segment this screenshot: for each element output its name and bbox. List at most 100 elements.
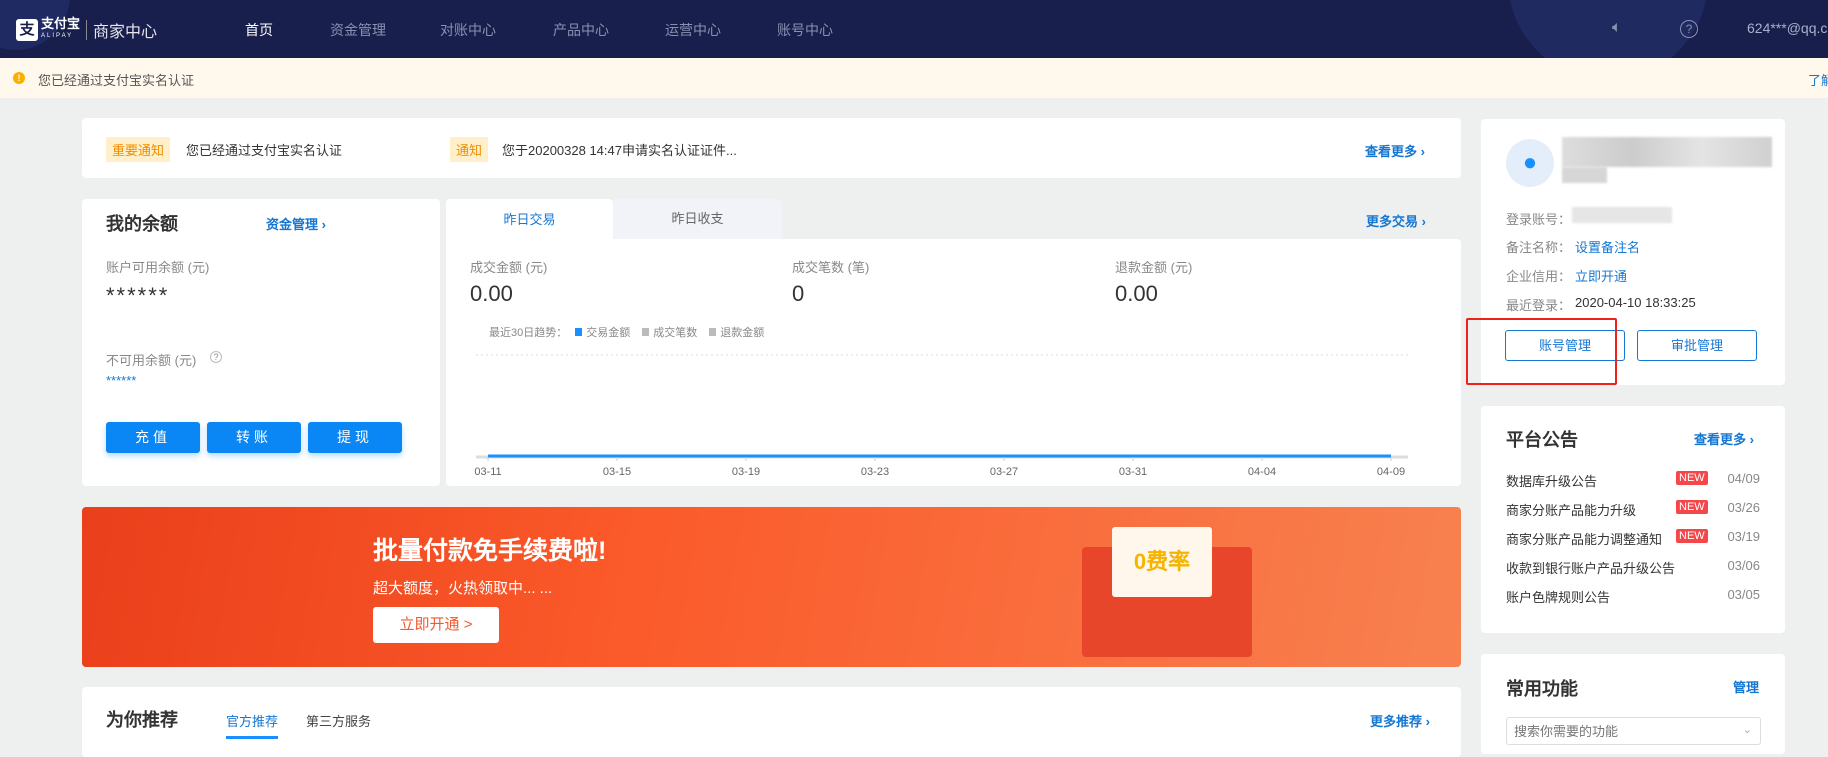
highlight-box [1466,318,1617,385]
announcement-title: 账户色牌规则公告 [1506,590,1611,605]
legend-title: 最近30日趋势： [489,327,568,339]
unavailable-value: ****** [106,373,137,388]
legend-item[interactable]: 交易金额 [586,324,630,340]
new-badge: NEW [1676,500,1708,514]
nav-account[interactable]: 账号中心 [777,20,833,40]
announcement-item[interactable]: 商家分账产品能力升级 NEW 03/26 [1506,500,1760,519]
tab-yesterday-trade[interactable]: 昨日交易 [446,199,613,241]
legend-swatch [575,328,583,336]
x-tick-label: 03-11 [474,466,502,478]
announcement-date: 03/05 [1727,587,1760,602]
notices-more-link[interactable]: 查看更多 › [1365,141,1425,160]
speaker-icon[interactable]: 🔈︎ [1612,19,1622,37]
announcement-item[interactable]: 商家分账产品能力调整通知 NEW 03/19 [1506,529,1760,548]
stat-label: 成交笔数 (笔) [792,260,870,275]
notice-bar-text: 您已经通过支付宝实名认证 [38,73,195,88]
trend-chart [476,354,1408,461]
last-login-label: 最近登录： [1506,298,1572,313]
announcement-date: 03/06 [1727,558,1760,573]
banner-open-button[interactable]: 立即开通 > [373,607,499,643]
warning-icon: ! [13,72,25,84]
login-label: 登录账号： [1506,212,1572,227]
help-icon[interactable]: ? [1680,20,1698,38]
legend-item[interactable]: 退款金额 [720,324,764,340]
alipay-logo-icon: 支 [16,19,38,41]
nav-operations[interactable]: 运营中心 [665,20,721,40]
logo-text: 支付宝 [41,16,81,31]
logo-en: ALIPAY [41,33,74,39]
available-label: 账户可用余额 (元) [106,260,210,275]
help-icon[interactable]: ? [210,351,222,363]
function-search-select[interactable]: ⌄ [1506,717,1761,745]
recharge-button[interactable]: 充值 [106,422,200,453]
transfer-button[interactable]: 转账 [207,422,301,453]
notice-2[interactable]: 您于20200328 14:47申请实名认证证件... [502,140,737,159]
legend-swatch [709,328,717,336]
blurred-name [1562,167,1607,183]
notice-tag: 通知 [450,137,489,162]
funds-manage-link[interactable]: 资金管理 › [266,214,326,233]
common-functions-title: 常用功能 [1506,679,1578,699]
announcement-item[interactable]: 账户色牌规则公告 03/05 [1506,587,1760,606]
x-tick-label: 04-09 [1376,466,1406,478]
x-tick-label: 03-15 [602,466,632,478]
announcements-title: 平台公告 [1506,430,1578,450]
announcement-date: 03/26 [1727,500,1760,515]
tab-third-party[interactable]: 第三方服务 [306,711,371,730]
announcement-title: 商家分账产品能力升级 [1506,503,1637,518]
app-title: 商家中心 [93,24,158,41]
blurred-name [1562,137,1772,167]
more-recommend-link[interactable]: 更多推荐 › [1370,711,1430,730]
learn-more-link[interactable]: 了解 [1808,70,1828,89]
x-tick-label: 03-19 [731,466,761,478]
common-manage-link[interactable]: 管理 [1733,677,1759,696]
withdraw-button[interactable]: 提现 [308,422,402,453]
verification-notice-bar [0,58,1828,99]
stat-label: 退款金额 (元) [1115,260,1193,275]
tab-yesterday-income[interactable]: 昨日收支 [613,199,782,239]
alipay-logo[interactable]: 支 支付宝 ALIPAY 商家中心 [16,16,158,42]
stat-value: 0 [792,281,805,306]
promo-banner[interactable]: 0费率 [82,507,1461,667]
banner-subtitle: 超大额度，火热领取中... ... [373,580,553,597]
x-tick-label: 03-27 [989,466,1019,478]
announcement-date: 04/09 [1727,471,1760,486]
top-nav [0,0,1828,58]
function-search-input[interactable] [1514,724,1734,739]
blurred-account [1572,207,1672,223]
nav-reconcile[interactable]: 对账中心 [440,20,496,40]
x-tick-label: 03-23 [860,466,890,478]
announcement-title: 商家分账产品能力调整通知 [1506,532,1663,547]
tab-official[interactable]: 官方推荐 [226,711,279,739]
announcement-item[interactable]: 数据库升级公告 NEW 04/09 [1506,471,1760,490]
hide-eye-icon[interactable]: ⌣ [160,213,167,226]
nav-funds[interactable]: 资金管理 [330,20,386,40]
announcement-title: 收款到银行账户产品升级公告 [1506,561,1676,576]
more-trades-link[interactable]: 更多交易 › [1366,211,1426,230]
nav-home[interactable]: 首页 [245,20,273,40]
stat-label: 成交金额 (元) [470,260,548,275]
open-credit-link[interactable]: 立即开通 [1575,266,1627,285]
announcement-item[interactable]: 收款到银行账户产品升级公告 03/06 [1506,558,1760,577]
zero-fee-badge: 0费率 [1112,527,1212,597]
available-value: ****** [106,283,170,308]
approval-manage-button[interactable]: 审批管理 [1637,330,1757,361]
notice-1[interactable]: 您已经通过支付宝实名认证 [186,140,342,159]
set-remark-link[interactable]: 设置备注名 [1575,237,1640,256]
x-tick-label: 04-04 [1247,466,1277,478]
avatar[interactable]: ● [1506,139,1554,187]
recommend-title: 为你推荐 [106,710,178,730]
unavailable-label: 不可用余额 (元) [106,353,197,368]
chevron-down-icon[interactable]: ⌄ [1743,723,1752,736]
legend-swatch [642,328,650,336]
stat-value: 0.00 [1115,281,1158,306]
nav-products[interactable]: 产品中心 [553,20,609,40]
new-badge: NEW [1676,471,1708,485]
stat-value: 0.00 [470,281,513,306]
user-email[interactable]: 624***@qq.c [1747,20,1827,36]
credit-label: 企业信用： [1506,269,1572,284]
legend-item[interactable]: 成交笔数 [653,324,697,340]
announcements-more-link[interactable]: 查看更多 › [1694,429,1754,448]
last-login-time: 2020-04-10 18:33:25 [1575,295,1696,310]
recommend-card [82,687,1461,757]
